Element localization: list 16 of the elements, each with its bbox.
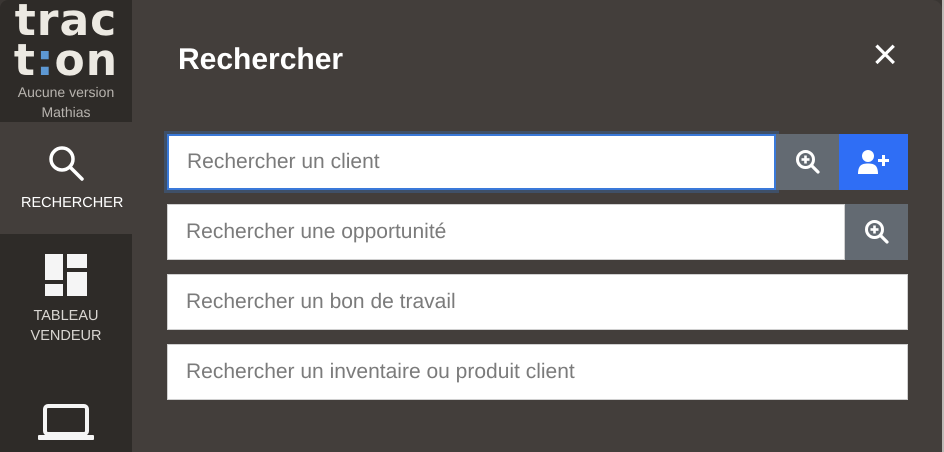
zoom-in-icon: [794, 149, 820, 175]
nav-item[interactable]: TABLEAU VENDEUR: [0, 234, 132, 366]
dashboard-icon: [45, 254, 87, 296]
user-name: Mathias: [41, 103, 91, 122]
search-button[interactable]: [776, 134, 839, 190]
add-user-icon: [858, 150, 890, 174]
search-field[interactable]: Rechercher un client: [167, 134, 776, 190]
nav-item[interactable]: RECHERCHER: [0, 122, 132, 234]
add-client-button[interactable]: [839, 134, 908, 190]
close-button[interactable]: ×: [872, 35, 898, 75]
search-button[interactable]: [845, 204, 908, 260]
laptop-icon: [38, 404, 94, 440]
version-label: Aucune version: [18, 83, 114, 102]
logo: trac t:on: [14, 2, 118, 82]
zoom-in-icon: [864, 219, 890, 245]
panel-title: Rechercher: [178, 43, 344, 77]
